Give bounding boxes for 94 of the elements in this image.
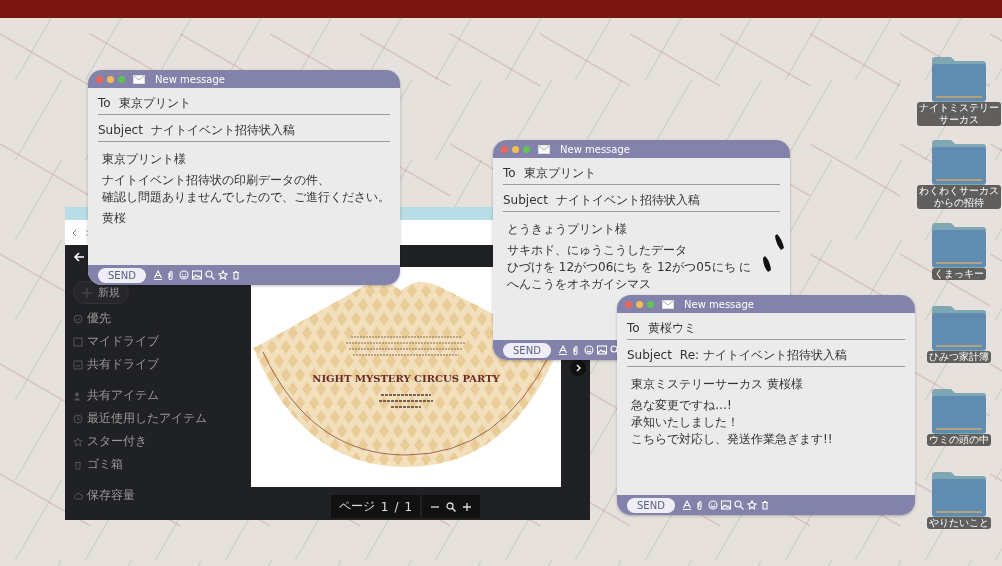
image-icon[interactable] (596, 345, 607, 355)
trash-icon[interactable] (230, 270, 241, 280)
emoji-icon[interactable] (583, 345, 594, 355)
message-line: 東京ミステリーサーカス 黄桜様 (631, 377, 804, 392)
recipient-field[interactable]: 東京プリント (523, 165, 596, 182)
sidebar-item[interactable]: スター付き (73, 433, 213, 450)
cloud-icon (73, 490, 83, 501)
sidebar-item[interactable]: 共有アイテム (73, 387, 213, 404)
people-icon (73, 390, 83, 401)
paw-prints-drawing (760, 232, 786, 274)
plus-icon (82, 287, 92, 298)
to-label: To (98, 96, 111, 110)
recipient-field[interactable]: 東京プリント (118, 95, 191, 112)
star-icon[interactable] (217, 270, 228, 280)
minimize-button[interactable] (512, 145, 519, 153)
minimize-button[interactable] (107, 75, 114, 83)
page-label: ページ (338, 498, 375, 515)
message-line: 承知いたしました！ (631, 415, 740, 430)
star-icon (73, 436, 83, 447)
folder-icon[interactable] (930, 222, 988, 268)
chevron-right-icon (574, 364, 582, 372)
sidebar-item[interactable]: ゴミ箱 (73, 456, 213, 473)
folder-label[interactable]: わくわくサーカスからの招待 (917, 185, 1001, 209)
folder-label[interactable]: ウミの頭の中 (927, 434, 991, 446)
zoom-icon[interactable] (446, 501, 457, 512)
message-line: 黄桜 (102, 211, 127, 226)
window-title: New message (155, 73, 225, 85)
subject-label: Subject (627, 348, 672, 362)
window-title: New message (684, 298, 754, 310)
zoom-in-icon[interactable] (462, 501, 473, 512)
envelope-icon (133, 74, 145, 84)
sidebar-item[interactable]: 最近使用したアイテム (73, 410, 213, 427)
image-icon[interactable] (191, 270, 202, 280)
emoji-icon[interactable] (707, 500, 718, 510)
clock-icon (73, 413, 83, 424)
send-button[interactable]: SEND (627, 497, 675, 513)
paperclip-icon[interactable] (570, 345, 581, 355)
window-title: New message (560, 143, 630, 155)
folder-icon[interactable] (930, 388, 988, 434)
subject-field[interactable]: ナイトイベント招待状入稿 (555, 192, 700, 209)
subject-label: Subject (98, 123, 143, 137)
folder-label[interactable]: くまっキー (932, 268, 986, 280)
page-number: 1 (380, 499, 389, 514)
subject-field[interactable]: Re: ナイトイベント招待状入稿 (679, 347, 847, 364)
envelope-icon (662, 299, 674, 309)
folder-icon[interactable] (930, 305, 988, 351)
folder-icon[interactable] (930, 139, 988, 185)
message-line: 確認し問題ありませんでしたので、ご進行ください。 (102, 190, 386, 205)
paperclip-icon[interactable] (694, 500, 705, 510)
send-button[interactable]: SEND (503, 342, 551, 358)
drive-icon (73, 336, 83, 347)
message-line: 急な変更ですね…! (631, 398, 733, 413)
subject-label: Subject (503, 193, 548, 207)
folder-label[interactable]: ナイトミステリーサーカス (917, 102, 1001, 126)
sidebar-item[interactable]: 共有ドライブ (73, 356, 213, 373)
check-circle-icon (73, 313, 83, 324)
to-label: To (627, 321, 640, 335)
text-format-icon[interactable] (557, 345, 568, 355)
search-icon[interactable] (733, 500, 744, 510)
paperclip-icon[interactable] (165, 270, 176, 280)
emoji-icon[interactable] (178, 270, 189, 280)
search-icon[interactable] (204, 270, 215, 280)
trash-icon (73, 459, 83, 470)
envelope-icon (538, 144, 550, 154)
page-total: 1 (404, 499, 413, 514)
subject-field[interactable]: ナイトイベント招待状入稿 (150, 122, 295, 139)
message-line: ナイトイベント招待状の印刷データの件、 (102, 173, 331, 188)
message-line: 東京プリント様 (102, 152, 187, 167)
text-format-icon[interactable] (152, 270, 163, 280)
recipient-field[interactable]: 黄桜ウミ (647, 320, 696, 337)
folder-icon[interactable] (930, 471, 988, 517)
message-line: ひづけを 12がつ06にち を 12がつ05にち に (507, 260, 753, 275)
message-line: とうきょうプリント様 (507, 222, 628, 237)
folder-label[interactable]: やりたいこと (927, 517, 991, 529)
new-button[interactable]: 新規 (73, 281, 129, 304)
sidebar-item[interactable]: 優先 (73, 310, 213, 327)
sidebar-item[interactable]: マイドライブ (73, 333, 213, 350)
text-format-icon[interactable] (681, 500, 692, 510)
trash-icon[interactable] (759, 500, 770, 510)
image-icon[interactable] (720, 500, 731, 510)
message-line: こちらで対応し、発送作業急ぎます!! (631, 432, 834, 447)
next-button[interactable] (570, 360, 586, 376)
sidebar-item[interactable]: 保存容量 (73, 487, 213, 504)
to-label: To (503, 166, 516, 180)
send-button[interactable]: SEND (98, 267, 146, 283)
folder-icon[interactable] (930, 56, 988, 102)
message-line: サキホド、にゅうこうしたデータ (507, 243, 688, 258)
message-line: へんこうをオネガイシマス (507, 277, 652, 292)
star-icon[interactable] (746, 500, 757, 510)
shared-drive-icon (73, 359, 83, 370)
page-separator: / (394, 499, 399, 514)
folder-label[interactable]: ひみつ家計簿 (927, 351, 991, 363)
invitation-title: NIGHT MYSTERY CIRCUS PARTY (311, 373, 500, 384)
minimize-button[interactable] (636, 300, 643, 308)
